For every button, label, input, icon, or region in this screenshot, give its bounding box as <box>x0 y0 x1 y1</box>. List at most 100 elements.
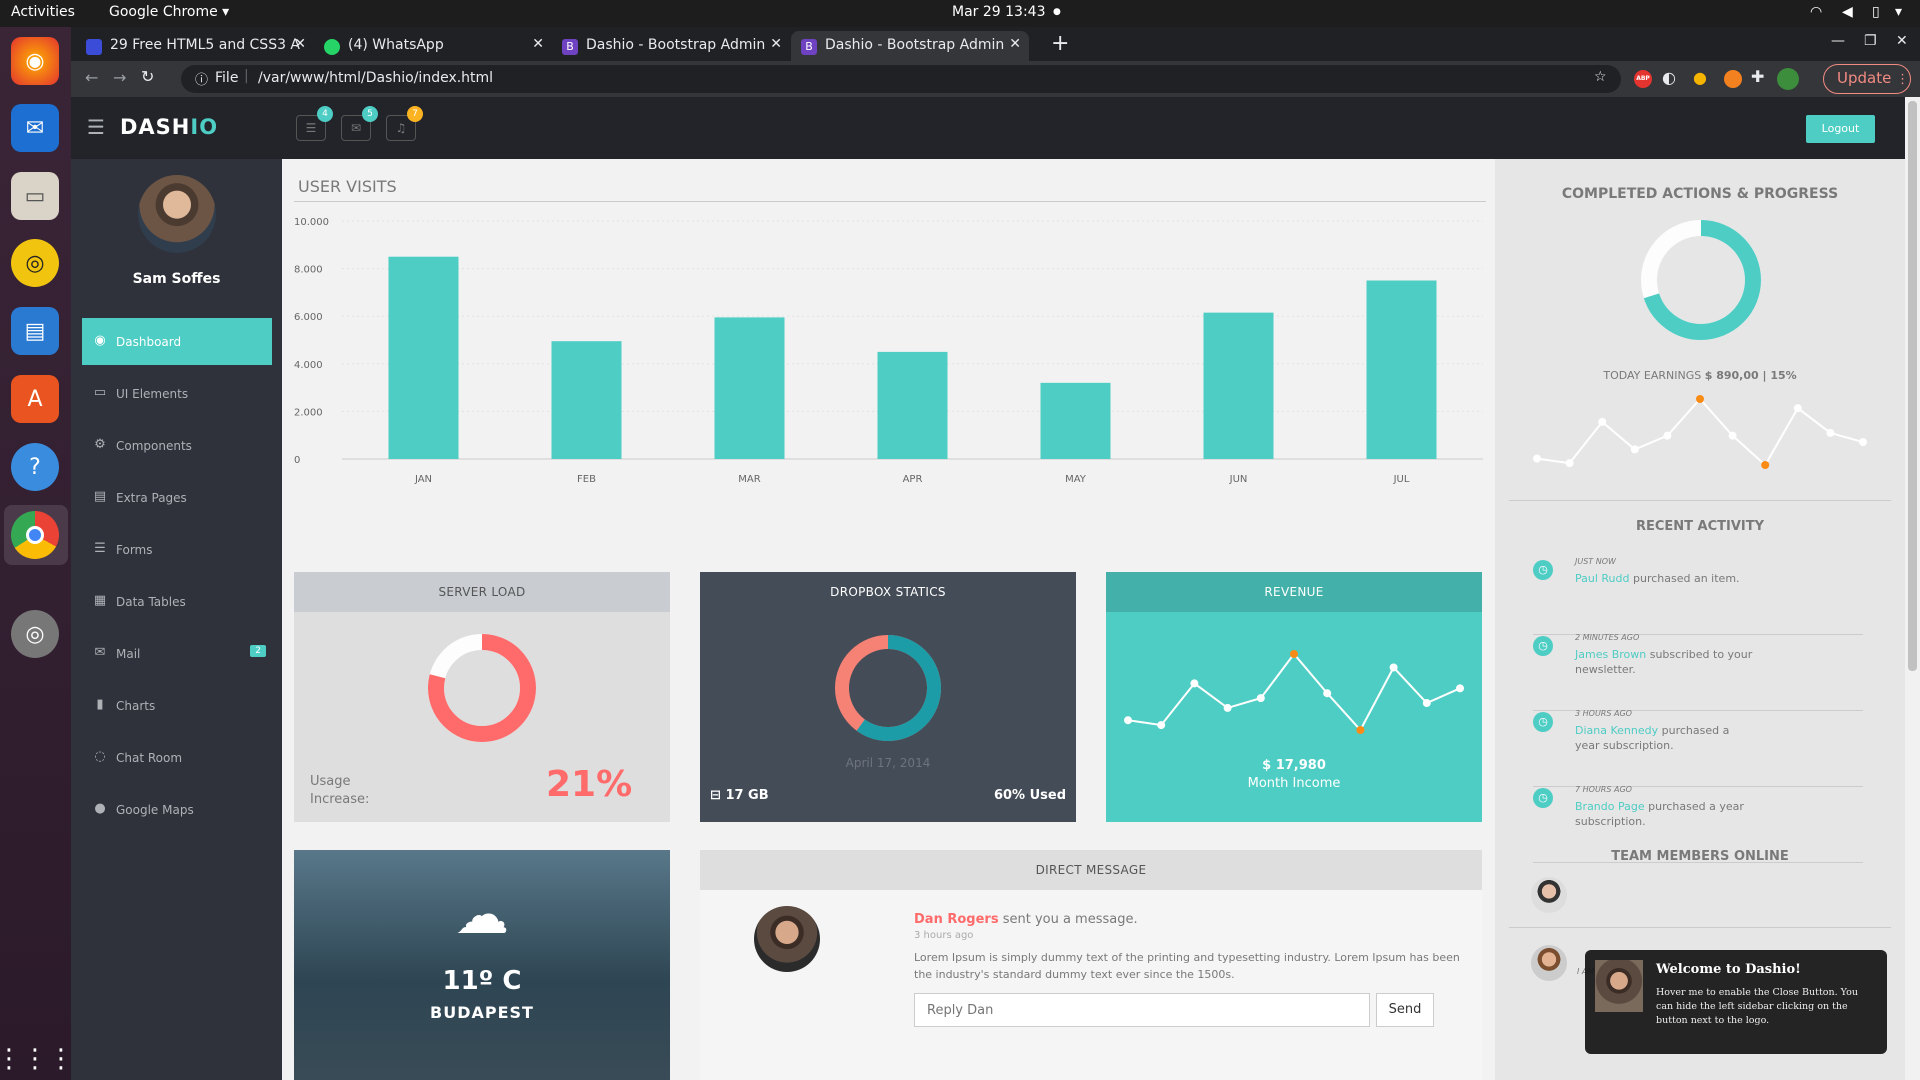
writer-icon[interactable]: ▤ <box>11 307 59 355</box>
bookmark-star-icon[interactable]: ☆ <box>1594 69 1607 85</box>
clock-icon: ◷ <box>1533 636 1553 656</box>
toolbar: ← → ↻ ⓘ File | /var/www/html/Dashio/inde… <box>71 61 1920 97</box>
sidebar-item-data-tables[interactable]: ▦ Data Tables <box>82 578 272 625</box>
close-tab-icon[interactable]: ✕ <box>294 36 306 52</box>
rhythmbox-icon[interactable]: ◎ <box>11 239 59 287</box>
usage-value: 21% <box>546 764 633 805</box>
team-member-avatar[interactable] <box>1531 877 1567 913</box>
bar-feb[interactable] <box>551 341 622 459</box>
avatar[interactable] <box>138 175 216 253</box>
firefox-icon[interactable]: ◉ <box>11 37 59 85</box>
activities-button[interactable]: Activities <box>11 4 75 20</box>
sparkline-point <box>1223 703 1232 712</box>
wifi-icon[interactable]: ◠ <box>1810 4 1822 20</box>
extension-icon[interactable]: ◐ <box>1662 68 1676 87</box>
bar-jan[interactable] <box>388 256 459 459</box>
tab-1[interactable]: (4) WhatsApp ✕ <box>314 31 552 61</box>
tab-0[interactable]: 29 Free HTML5 and CSS3 A ✕ <box>76 31 314 61</box>
sparkline-point <box>1728 431 1737 440</box>
logout-button[interactable]: Logout <box>1806 115 1875 143</box>
dock: ◉ ✉ ▭ ◎ ▤ A ? ◎ ⋮⋮⋮ <box>0 27 74 1080</box>
sidebar-item-label: Google Maps <box>116 803 194 817</box>
bar-jun[interactable] <box>1203 312 1274 459</box>
divider <box>1509 927 1891 928</box>
reply-input[interactable] <box>914 993 1370 1027</box>
bar-apr[interactable] <box>877 351 948 459</box>
new-tab-button[interactable]: + <box>1051 31 1069 56</box>
extension-orange-icon[interactable] <box>1724 70 1742 88</box>
files-icon[interactable]: ▭ <box>11 172 59 220</box>
clock[interactable]: Mar 29 13:43 <box>952 4 1045 20</box>
profile-avatar[interactable] <box>1777 68 1799 90</box>
tab-title: Dashio - Bootstrap Admin <box>586 37 766 53</box>
sender-avatar[interactable] <box>754 906 820 972</box>
recent-activity-title: RECENT ACTIVITY <box>1635 519 1765 534</box>
show-apps-icon[interactable]: ⋮⋮⋮ <box>0 1035 74 1080</box>
address-bar[interactable]: ⓘ File | /var/www/html/Dashio/index.html… <box>181 65 1621 93</box>
server-load-donut <box>428 634 536 742</box>
extensions-puzzle-icon[interactable]: ✚ <box>1751 67 1764 86</box>
thunderbird-icon[interactable]: ✉ <box>11 104 59 152</box>
desktop-icon: ▭ <box>93 385 107 400</box>
sidebar-item-forms[interactable]: ☰ Forms <box>82 526 272 573</box>
reload-button[interactable]: ↻ <box>141 67 154 86</box>
logo[interactable]: DASHIO <box>120 115 218 139</box>
sender-name[interactable]: Dan Rogers <box>914 912 999 927</box>
sidebar-item-chat-room[interactable]: ◌ Chat Room <box>82 734 272 781</box>
close-tab-icon[interactable]: ✕ <box>1009 36 1021 52</box>
send-button[interactable]: Send <box>1376 993 1434 1027</box>
sidebar-toggle-icon[interactable]: ☰ <box>87 115 105 139</box>
close-tab-icon[interactable]: ✕ <box>770 36 782 52</box>
scrollbar-thumb[interactable] <box>1908 101 1917 671</box>
update-button[interactable]: Update ⋮ <box>1823 64 1911 94</box>
help-icon[interactable]: ? <box>11 443 59 491</box>
close-tab-icon[interactable]: ✕ <box>532 36 544 52</box>
bell-icon[interactable]: ♫ 7 <box>386 106 423 141</box>
sidebar-item-charts[interactable]: ▮ Charts <box>82 682 272 729</box>
system-menu-icon[interactable]: ▾ <box>1895 4 1902 20</box>
tab-3[interactable]: B Dashio - Bootstrap Admin ✕ <box>791 31 1029 61</box>
sparkline-point <box>1598 417 1607 426</box>
bar-mar[interactable] <box>714 317 785 459</box>
app-menu[interactable]: Google Chrome ▾ <box>109 4 229 20</box>
tasks-icon: ☰ <box>94 541 106 556</box>
team-member-avatar[interactable] <box>1531 945 1567 981</box>
scrollbar[interactable] <box>1905 97 1920 1080</box>
chrome-icon[interactable] <box>11 511 59 559</box>
sidebar-item-components[interactable]: ⚙ Components <box>82 422 272 469</box>
maximize-button[interactable]: ❐ <box>1864 33 1877 49</box>
adblock-extension-icon[interactable]: ABP <box>1634 70 1652 88</box>
volume-icon[interactable]: ◀ <box>1842 4 1853 20</box>
tab-2[interactable]: B Dashio - Bootstrap Admin ✕ <box>552 31 790 61</box>
forward-button[interactable]: → <box>113 68 126 87</box>
software-icon[interactable]: A <box>11 375 59 423</box>
tasks-icon[interactable]: ☰ 4 <box>296 106 333 141</box>
sidebar-item-dashboard[interactable]: ◉ Dashboard <box>82 318 272 365</box>
toast-avatar <box>1595 960 1643 1012</box>
clock-icon: ◷ <box>1533 788 1553 808</box>
activity-user-link[interactable]: James Brown <box>1575 648 1646 661</box>
page-title: USER VISITS <box>298 177 397 196</box>
activity-user-link[interactable]: Diana Kennedy <box>1575 724 1658 737</box>
direct-message-panel: DIRECT MESSAGE Dan Rogers sent you a mes… <box>700 850 1482 1080</box>
activity-text: Brando Page purchased a year subscriptio… <box>1575 800 1744 828</box>
activity-user-link[interactable]: Paul Rudd <box>1575 572 1630 585</box>
close-window-button[interactable]: ✕ <box>1896 33 1908 49</box>
sidebar-item-google-maps[interactable]: ● Google Maps <box>82 786 272 833</box>
battery-icon[interactable]: ▯ <box>1872 4 1880 20</box>
minimize-button[interactable]: — <box>1831 33 1845 49</box>
sidebar-item-mail[interactable]: ✉ Mail 2 <box>82 630 272 677</box>
y-tick-label: 0 <box>294 455 300 466</box>
back-button[interactable]: ← <box>85 68 98 87</box>
info-icon[interactable]: ⓘ <box>195 69 208 88</box>
bar-may[interactable] <box>1040 382 1111 459</box>
disk-icon[interactable]: ◎ <box>11 610 59 658</box>
cookie-extension-icon[interactable]: ● <box>1693 68 1707 87</box>
sidebar-item-extra-pages[interactable]: ▤ Extra Pages <box>82 474 272 521</box>
sidebar-item-ui-elements[interactable]: ▭ UI Elements <box>82 370 272 417</box>
revenue-panel: REVENUE $ 17,980 Month Income <box>1106 572 1482 822</box>
welcome-toast[interactable]: Welcome to Dashio! Hover me to enable th… <box>1585 950 1887 1054</box>
mail-icon[interactable]: ✉ 5 <box>341 106 378 141</box>
activity-user-link[interactable]: Brando Page <box>1575 800 1645 813</box>
bar-jul[interactable] <box>1366 280 1437 460</box>
